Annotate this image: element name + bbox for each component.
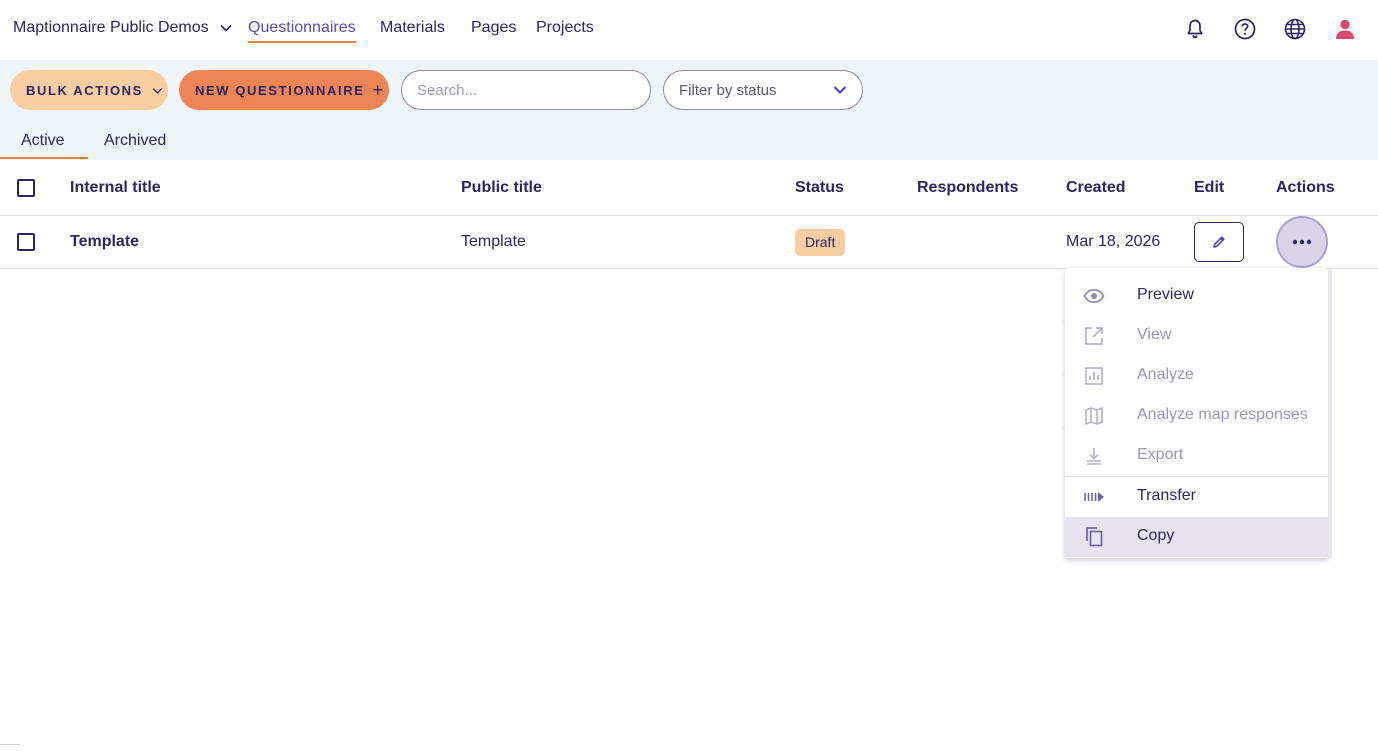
row-created-date: Mar 18, 2026	[1066, 233, 1161, 250]
menu-item-transfer[interactable]: Transfer	[1065, 477, 1328, 517]
table-header: Internal title Public title Status Respo…	[0, 160, 1378, 216]
menu-item-analyze-map[interactable]: Analyze map responses	[1065, 396, 1328, 436]
column-edit: Edit	[1194, 179, 1225, 196]
chart-icon	[1085, 367, 1103, 385]
menu-item-label: Export	[1137, 446, 1184, 463]
edit-button[interactable]	[1194, 222, 1244, 262]
search-input[interactable]	[401, 70, 651, 110]
menu-item-label: View	[1137, 326, 1172, 343]
help-icon[interactable]	[1233, 17, 1257, 41]
bulk-actions-button[interactable]: BULK ACTIONS	[10, 70, 168, 110]
actions-menu: Preview View Analyze Analyze map respons…	[1065, 268, 1328, 558]
eye-icon	[1083, 288, 1105, 304]
nav-pages[interactable]: Pages	[471, 19, 516, 37]
more-horizontal-icon	[1292, 239, 1312, 245]
plus-icon: +	[372, 79, 383, 100]
menu-item-view[interactable]: View	[1065, 316, 1328, 356]
bell-icon[interactable]	[1183, 17, 1207, 41]
new-questionnaire-label: NEW QUESTIONNAIRE	[195, 82, 365, 98]
column-created[interactable]: Created	[1066, 179, 1126, 197]
top-navigation: Maptionnaire Public Demos Questionnaires…	[0, 0, 1378, 60]
nav-questionnaires[interactable]: Questionnaires	[248, 19, 356, 43]
menu-item-label: Preview	[1137, 286, 1194, 303]
menu-item-export[interactable]: Export	[1065, 436, 1328, 476]
tab-active[interactable]: Active	[21, 132, 65, 150]
external-link-icon	[1085, 327, 1103, 345]
org-name: Maptionnaire Public Demos	[13, 19, 209, 36]
chevron-down-icon	[833, 86, 847, 94]
bulk-actions-label: BULK ACTIONS	[26, 82, 143, 98]
download-icon	[1087, 448, 1101, 465]
column-respondents[interactable]: Respondents	[917, 179, 1018, 197]
status-badge: Draft	[795, 229, 846, 256]
row-checkbox[interactable]	[17, 233, 35, 251]
toolbar-band: BULK ACTIONS NEW QUESTIONNAIRE + Filter …	[0, 60, 1378, 160]
globe-icon[interactable]	[1283, 17, 1307, 41]
menu-item-label: Analyze map responses	[1137, 406, 1308, 423]
menu-item-label: Copy	[1137, 527, 1175, 544]
nav-materials[interactable]: Materials	[380, 19, 445, 37]
pencil-icon	[1213, 236, 1225, 248]
menu-item-label: Analyze	[1137, 366, 1194, 383]
active-tab-indicator	[0, 157, 88, 159]
menu-scrollbar[interactable]	[1328, 268, 1332, 558]
chevron-down-icon	[220, 24, 232, 32]
map-icon	[1085, 407, 1103, 425]
new-questionnaire-button[interactable]: NEW QUESTIONNAIRE +	[179, 70, 389, 110]
menu-item-preview[interactable]: Preview	[1065, 276, 1328, 316]
status-filter-label: Filter by status	[679, 81, 777, 99]
menu-item-analyze[interactable]: Analyze	[1065, 356, 1328, 396]
select-all-checkbox[interactable]	[17, 179, 35, 197]
divider	[0, 744, 20, 745]
row-public-title: Template	[461, 233, 526, 250]
org-selector[interactable]: Maptionnaire Public Demos	[13, 19, 233, 37]
column-public-title[interactable]: Public title	[461, 179, 542, 197]
column-status[interactable]: Status	[795, 179, 844, 197]
status-filter-select[interactable]: Filter by status	[663, 70, 863, 110]
menu-item-copy[interactable]: Copy	[1065, 517, 1328, 557]
tab-archived[interactable]: Archived	[104, 132, 166, 150]
transfer-icon	[1084, 492, 1104, 502]
user-icon[interactable]	[1333, 17, 1357, 41]
chevron-down-icon	[152, 87, 163, 94]
row-internal-title[interactable]: Template	[70, 233, 139, 251]
menu-item-label: Transfer	[1137, 487, 1196, 504]
column-actions: Actions	[1276, 179, 1335, 196]
copy-icon	[1086, 527, 1103, 547]
more-actions-button[interactable]	[1276, 216, 1328, 268]
table-row[interactable]: Template Template Draft Mar 18, 2026	[0, 216, 1378, 269]
nav-projects[interactable]: Projects	[536, 19, 594, 37]
column-internal-title[interactable]: Internal title	[70, 179, 161, 197]
